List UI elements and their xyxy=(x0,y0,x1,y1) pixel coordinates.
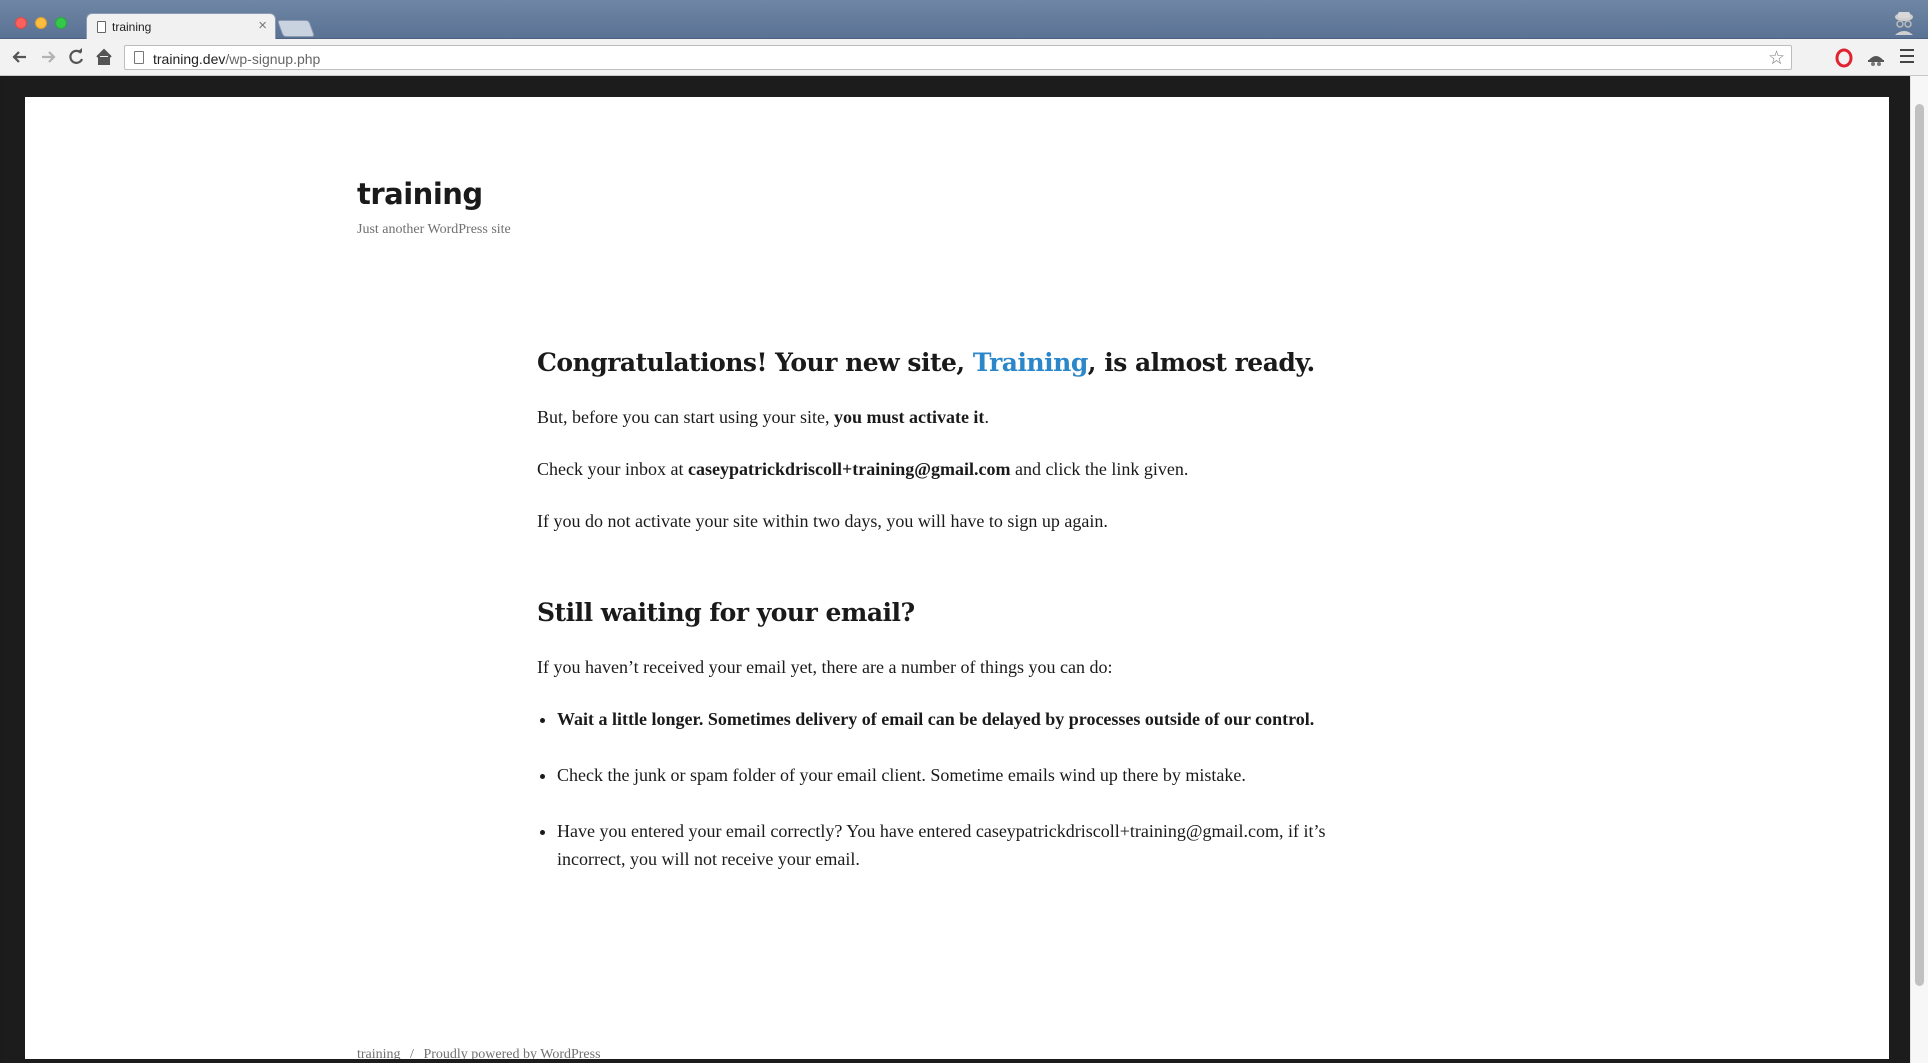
congratulations-heading: Congratulations! Your new site, Training… xyxy=(537,348,1315,377)
waiting-heading: Still waiting for your email? xyxy=(537,598,915,627)
expiry-notice: If you do not activate your site within … xyxy=(537,511,1108,531)
inbox-instructions: Check your inbox at caseypatrickdriscoll… xyxy=(537,459,1189,479)
footer-powered-link[interactable]: Proudly powered by WordPress xyxy=(423,1047,600,1059)
opera-extension-icon[interactable] xyxy=(1834,48,1854,68)
footer-site-link[interactable]: training xyxy=(357,1047,401,1059)
browser-window: training × training.dev/wp-signup.php ☆ … xyxy=(0,0,1928,1063)
browser-toolbar: training.dev/wp-signup.php ☆ xyxy=(0,39,1928,76)
tips-list: Wait a little longer. Sometimes delivery… xyxy=(537,705,1387,873)
forward-icon[interactable] xyxy=(38,47,58,67)
tab-title: training xyxy=(112,20,152,34)
scroll-thumb[interactable] xyxy=(1915,104,1924,986)
address-bar[interactable]: training.dev/wp-signup.php ☆ xyxy=(124,45,1792,70)
browser-tab[interactable]: training × xyxy=(86,13,276,40)
tab-close-icon[interactable]: × xyxy=(258,17,267,35)
title-bar: training × xyxy=(0,0,1928,40)
signup-content: Congratulations! Your new site, Training… xyxy=(537,347,1387,901)
list-item: Check the junk or spam folder of your em… xyxy=(557,761,1387,789)
url-text[interactable]: training.dev/wp-signup.php xyxy=(153,51,320,67)
waiting-intro: If you haven’t received your email yet, … xyxy=(537,657,1113,677)
page-icon xyxy=(134,51,144,64)
home-icon[interactable] xyxy=(94,47,114,67)
window-minimize-button[interactable] xyxy=(35,17,47,29)
page-viewport: training Just another WordPress site Con… xyxy=(4,76,1910,1063)
menu-icon[interactable] xyxy=(1900,49,1914,67)
window-close-button[interactable] xyxy=(15,17,27,29)
web-page: training Just another WordPress site Con… xyxy=(25,97,1889,1059)
list-item: Have you entered your email correctly? Y… xyxy=(557,817,1387,873)
new-tab-button[interactable] xyxy=(276,20,316,37)
page-icon xyxy=(97,21,106,33)
spy-extension-icon[interactable] xyxy=(1866,48,1886,68)
site-description: Just another WordPress site xyxy=(357,222,511,237)
back-icon[interactable] xyxy=(10,47,30,67)
scrollbar[interactable] xyxy=(1910,76,1928,1063)
site-title[interactable]: training xyxy=(357,177,483,211)
user-email: caseypatrickdriscoll+training@gmail.com xyxy=(687,459,1011,479)
footer-separator: / xyxy=(410,1047,414,1059)
incognito-profile-icon[interactable] xyxy=(1890,9,1918,35)
window-maximize-button[interactable] xyxy=(55,17,67,29)
reload-icon[interactable] xyxy=(66,47,86,67)
bookmark-star-icon[interactable]: ☆ xyxy=(1768,47,1785,70)
activation-notice: But, before you can start using your sit… xyxy=(537,407,989,427)
new-site-link[interactable]: Training xyxy=(973,348,1088,377)
list-item: Wait a little longer. Sometimes delivery… xyxy=(557,705,1387,733)
site-footer: training / Proudly powered by WordPress xyxy=(357,1047,601,1059)
